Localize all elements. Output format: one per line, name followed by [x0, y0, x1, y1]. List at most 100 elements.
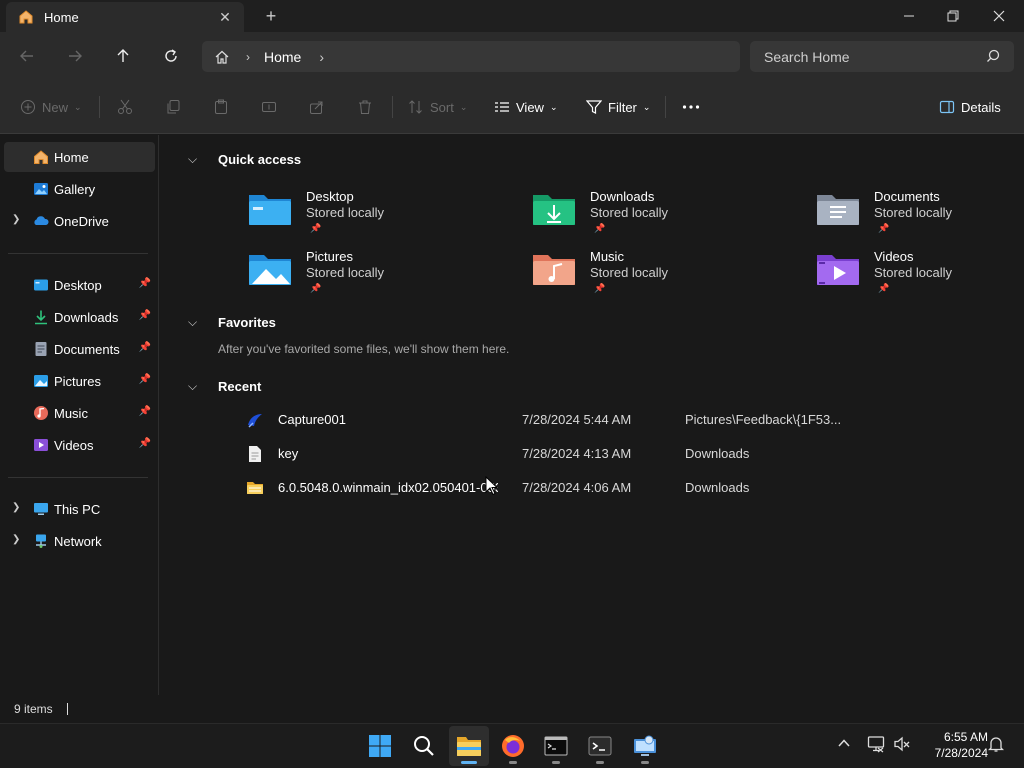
share-button[interactable]	[309, 92, 325, 122]
taskbar-command-prompt[interactable]	[536, 726, 576, 766]
rename-button[interactable]	[261, 92, 277, 122]
new-tab-icon[interactable]: +	[262, 7, 280, 25]
forward-arrow-icon	[69, 50, 82, 62]
up-button[interactable]	[107, 40, 139, 72]
sidebar-item-documents[interactable]: Documents 📌	[4, 334, 155, 364]
quick-access-pictures[interactable]: Pictures Stored locally 📌	[248, 249, 488, 301]
close-button[interactable]	[976, 0, 1022, 32]
volume-tray-icon[interactable]	[893, 735, 911, 756]
command-bar: New ⌄ Sort ⌄ View ⌄ Filter ⌄ Details	[0, 80, 1024, 134]
tab-title: Home	[44, 9, 79, 25]
quick-access-videos[interactable]: Videos Stored locally 📌	[816, 249, 1024, 301]
videos-icon	[34, 439, 48, 451]
favorites-header[interactable]: ⌵ Favorites	[188, 315, 276, 330]
quick-access-documents[interactable]: Documents Stored locally 📌	[816, 189, 1024, 241]
file-name: Capture001	[278, 412, 346, 427]
sidebar-item-this-pc[interactable]: ❯ This PC	[4, 494, 155, 524]
videos-folder-icon	[817, 255, 859, 285]
chevron-down-icon[interactable]: ⌵	[188, 315, 204, 330]
quick-access-header[interactable]: ⌵ Quick access	[188, 152, 301, 167]
clock-time: 6:55 AM	[943, 730, 988, 744]
sidebar-item-gallery[interactable]: Gallery	[4, 174, 155, 204]
pc-icon	[34, 503, 48, 515]
filter-button[interactable]: Filter ⌄	[586, 92, 650, 122]
notifications-button[interactable]	[987, 735, 1005, 756]
cut-button[interactable]	[117, 92, 133, 122]
pin-icon[interactable]: 📌	[139, 342, 151, 353]
delete-button[interactable]	[357, 92, 373, 122]
quick-access-desktop[interactable]: Desktop Stored locally 📌	[248, 189, 488, 241]
sidebar-item-videos[interactable]: Videos 📌	[4, 430, 155, 460]
sidebar-item-music[interactable]: Music 📌	[4, 398, 155, 428]
paste-button[interactable]	[213, 92, 229, 122]
sidebar-item-home[interactable]: Home	[4, 142, 155, 172]
search-icon[interactable]	[986, 49, 1000, 63]
chevron-down-icon[interactable]: ⌵	[188, 379, 204, 394]
taskbar: 6:55 AM 7/28/2024	[0, 723, 1024, 768]
sidebar-item-label: Downloads	[54, 309, 119, 325]
start-button[interactable]	[360, 726, 400, 766]
chevron-right-icon[interactable]: ›	[246, 50, 250, 64]
folder-name: Desktop	[306, 189, 354, 204]
breadcrumb-home[interactable]: Home	[264, 49, 301, 65]
folder-status: Stored locally	[874, 265, 953, 280]
taskbar-clock[interactable]: 6:55 AM 7/28/2024	[918, 729, 988, 761]
forward-button[interactable]	[59, 40, 91, 72]
sidebar-item-downloads[interactable]: Downloads 📌	[4, 302, 155, 332]
show-hidden-icons-button[interactable]	[836, 735, 852, 754]
chevron-right-icon[interactable]: ❯	[12, 214, 20, 225]
chevron-down-icon: ⌄	[642, 101, 651, 112]
recent-row[interactable]: key 7/28/2024 4:13 AM Downloads	[160, 439, 1024, 469]
maximize-button[interactable]	[930, 0, 976, 32]
recent-header[interactable]: ⌵ Recent	[188, 379, 261, 394]
tab-home[interactable]: Home ✕	[6, 2, 244, 32]
folder-status: Stored locally	[306, 205, 385, 220]
sidebar-item-onedrive[interactable]: ❯ OneDrive	[4, 206, 155, 236]
taskbar-search-button[interactable]	[404, 726, 444, 766]
view-button[interactable]: View ⌄	[494, 92, 558, 122]
sidebar-item-network[interactable]: ❯ Network	[4, 526, 155, 556]
pin-icon[interactable]: 📌	[139, 278, 151, 289]
taskbar-terminal[interactable]	[580, 726, 620, 766]
chevron-right-icon[interactable]: ›	[319, 49, 324, 65]
taskbar-file-explorer[interactable]	[449, 726, 489, 766]
tab-close-icon[interactable]: ✕	[216, 8, 234, 26]
folder-name: Downloads	[590, 189, 655, 204]
more-options-button[interactable]	[682, 92, 700, 122]
pin-icon[interactable]: 📌	[139, 374, 151, 385]
sidebar-item-desktop[interactable]: Desktop 📌	[4, 270, 155, 300]
network-tray-icon[interactable]	[867, 735, 885, 756]
chevron-right-icon[interactable]: ❯	[12, 502, 20, 513]
details-button[interactable]: Details	[939, 92, 1001, 122]
search-input[interactable]	[764, 48, 974, 65]
details-label: Details	[961, 99, 1001, 115]
pin-icon: 📌	[310, 283, 322, 293]
recent-row[interactable]: 6.0.5048.0.winmain_idx02.050401-0536_...…	[160, 473, 1024, 503]
details-pane-icon	[939, 100, 955, 114]
minimize-button[interactable]	[886, 0, 932, 32]
volume-muted-icon	[894, 736, 910, 752]
pin-icon[interactable]: 📌	[139, 310, 151, 321]
pin-icon[interactable]: 📌	[139, 406, 151, 417]
address-bar[interactable]: › Home ›	[202, 41, 740, 72]
pin-icon[interactable]: 📌	[139, 438, 151, 449]
taskbar-firefox[interactable]	[493, 726, 533, 766]
quick-access-downloads[interactable]: Downloads Stored locally 📌	[532, 189, 772, 241]
sort-button[interactable]: Sort ⌄	[408, 92, 467, 122]
chevron-right-icon[interactable]: ❯	[12, 534, 20, 545]
new-button[interactable]: New ⌄	[20, 92, 82, 122]
chevron-down-icon[interactable]: ⌵	[188, 152, 204, 167]
favorites-empty-message: After you've favorited some files, we'll…	[218, 342, 510, 356]
title-bar: Home ✕ +	[0, 0, 1024, 32]
sidebar-item-pictures[interactable]: Pictures 📌	[4, 366, 155, 396]
back-button[interactable]	[11, 40, 43, 72]
chevron-down-icon: ⌄	[549, 101, 558, 112]
sort-icon	[409, 100, 422, 114]
chevron-down-icon: ⌄	[459, 101, 468, 112]
taskbar-remote-app[interactable]	[625, 726, 665, 766]
copy-button[interactable]	[165, 92, 181, 122]
refresh-button[interactable]	[155, 40, 187, 72]
search-box[interactable]	[750, 41, 1014, 72]
quick-access-music[interactable]: Music Stored locally 📌	[532, 249, 772, 301]
recent-row[interactable]: Capture001 7/28/2024 5:44 AM Pictures\Fe…	[160, 405, 1024, 435]
